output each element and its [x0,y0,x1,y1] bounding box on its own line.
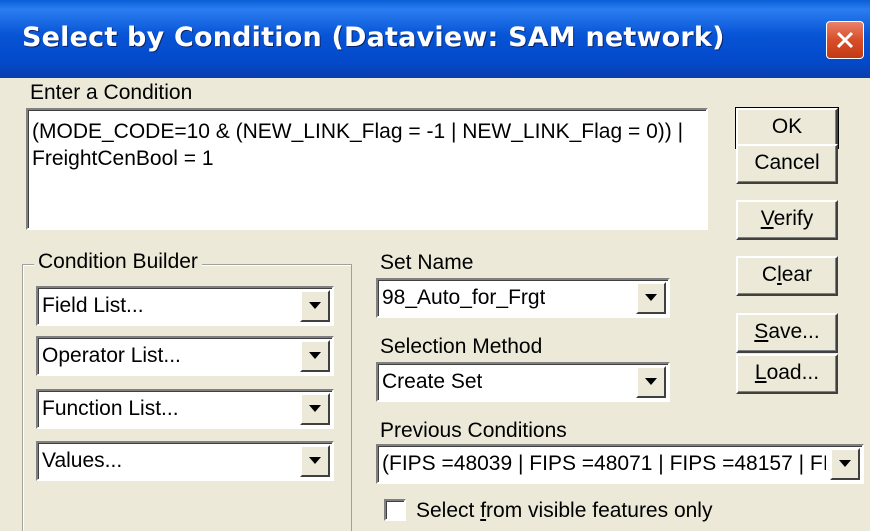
function-list-dropdown[interactable]: Function List... [36,389,334,429]
select-by-condition-dialog: Select by Condition (Dataview: SAM netwo… [0,0,870,531]
chevron-down-icon [645,294,657,301]
chevron-down-icon [309,457,321,464]
close-icon [836,31,854,49]
window-title: Select by Condition (Dataview: SAM netwo… [22,22,725,53]
close-button[interactable] [826,21,864,59]
selection-method-dropdown[interactable]: Create Set [376,362,670,402]
previous-conditions-label: Previous Conditions [380,419,567,442]
load-mnemonic: L [754,361,767,384]
clear-button-label: ear [781,263,813,286]
visible-features-label-pre: Select [416,499,481,522]
condition-line-2: FreightCenBool = 1 [32,147,214,170]
ok-button-label: OK [771,115,803,138]
previous-conditions-dropdown[interactable]: (FIPS =48039 | FIPS =48071 | FIPS =48157… [376,444,864,484]
previous-conditions-dropdown-arrow[interactable] [830,448,860,480]
operator-list-dropdown[interactable]: Operator List... [36,336,334,376]
condition-textarea[interactable]: (MODE_CODE=10 & (NEW_LINK_Flag = -1 | NE… [26,108,708,230]
chevron-down-icon [309,405,321,412]
set-name-dropdown[interactable]: 98_Auto_for_Frgt [376,278,670,318]
operator-list-value: Operator List... [42,344,181,367]
function-list-dropdown-arrow[interactable] [300,393,330,425]
verify-mnemonic: V [760,207,774,230]
set-name-label: Set Name [380,251,474,274]
selection-method-dropdown-arrow[interactable] [636,366,666,398]
clear-prefix: C [761,263,778,286]
values-dropdown[interactable]: Values... [36,441,334,481]
ok-button[interactable]: OK [735,107,839,149]
field-list-dropdown-arrow[interactable] [300,290,330,322]
operator-list-dropdown-arrow[interactable] [300,340,330,372]
previous-conditions-value: (FIPS =48039 | FIPS =48071 | FIPS =48157… [382,452,826,475]
enter-condition-label: Enter a Condition [30,81,193,104]
chevron-down-icon [645,378,657,385]
condition-builder-label: Condition Builder [34,250,202,274]
cancel-button-label: Cancel [754,151,820,174]
selection-method-value: Create Set [382,370,483,393]
verify-button-label: erify [773,207,814,230]
chevron-down-icon [309,352,321,359]
save-button[interactable]: Save... [736,313,838,353]
save-button-label: ave... [768,320,820,343]
set-name-value: 98_Auto_for_Frgt [382,286,546,309]
verify-button[interactable]: Verify [736,200,838,240]
cancel-button[interactable]: Cancel [736,144,838,184]
values-dropdown-arrow[interactable] [300,445,330,477]
set-name-dropdown-arrow[interactable] [636,282,666,314]
load-button-label: oad... [766,361,820,384]
selection-method-label: Selection Method [380,335,543,358]
function-list-value: Function List... [42,397,179,420]
visible-features-label-rest: rom visible features only [486,499,713,522]
condition-line-1: (MODE_CODE=10 & (NEW_LINK_Flag = -1 | NE… [32,120,684,143]
save-mnemonic: S [754,320,769,343]
field-list-value: Field List... [42,294,144,317]
visible-features-label[interactable]: Select from visible features only [416,499,712,523]
load-button[interactable]: Load... [736,354,838,394]
field-list-dropdown[interactable]: Field List... [36,286,334,326]
visible-features-checkbox[interactable] [384,499,406,521]
chevron-down-icon [839,460,851,467]
chevron-down-icon [309,302,321,309]
title-bar[interactable]: Select by Condition (Dataview: SAM netwo… [0,0,870,78]
values-value: Values... [42,449,123,472]
clear-button[interactable]: Clear [736,256,838,296]
